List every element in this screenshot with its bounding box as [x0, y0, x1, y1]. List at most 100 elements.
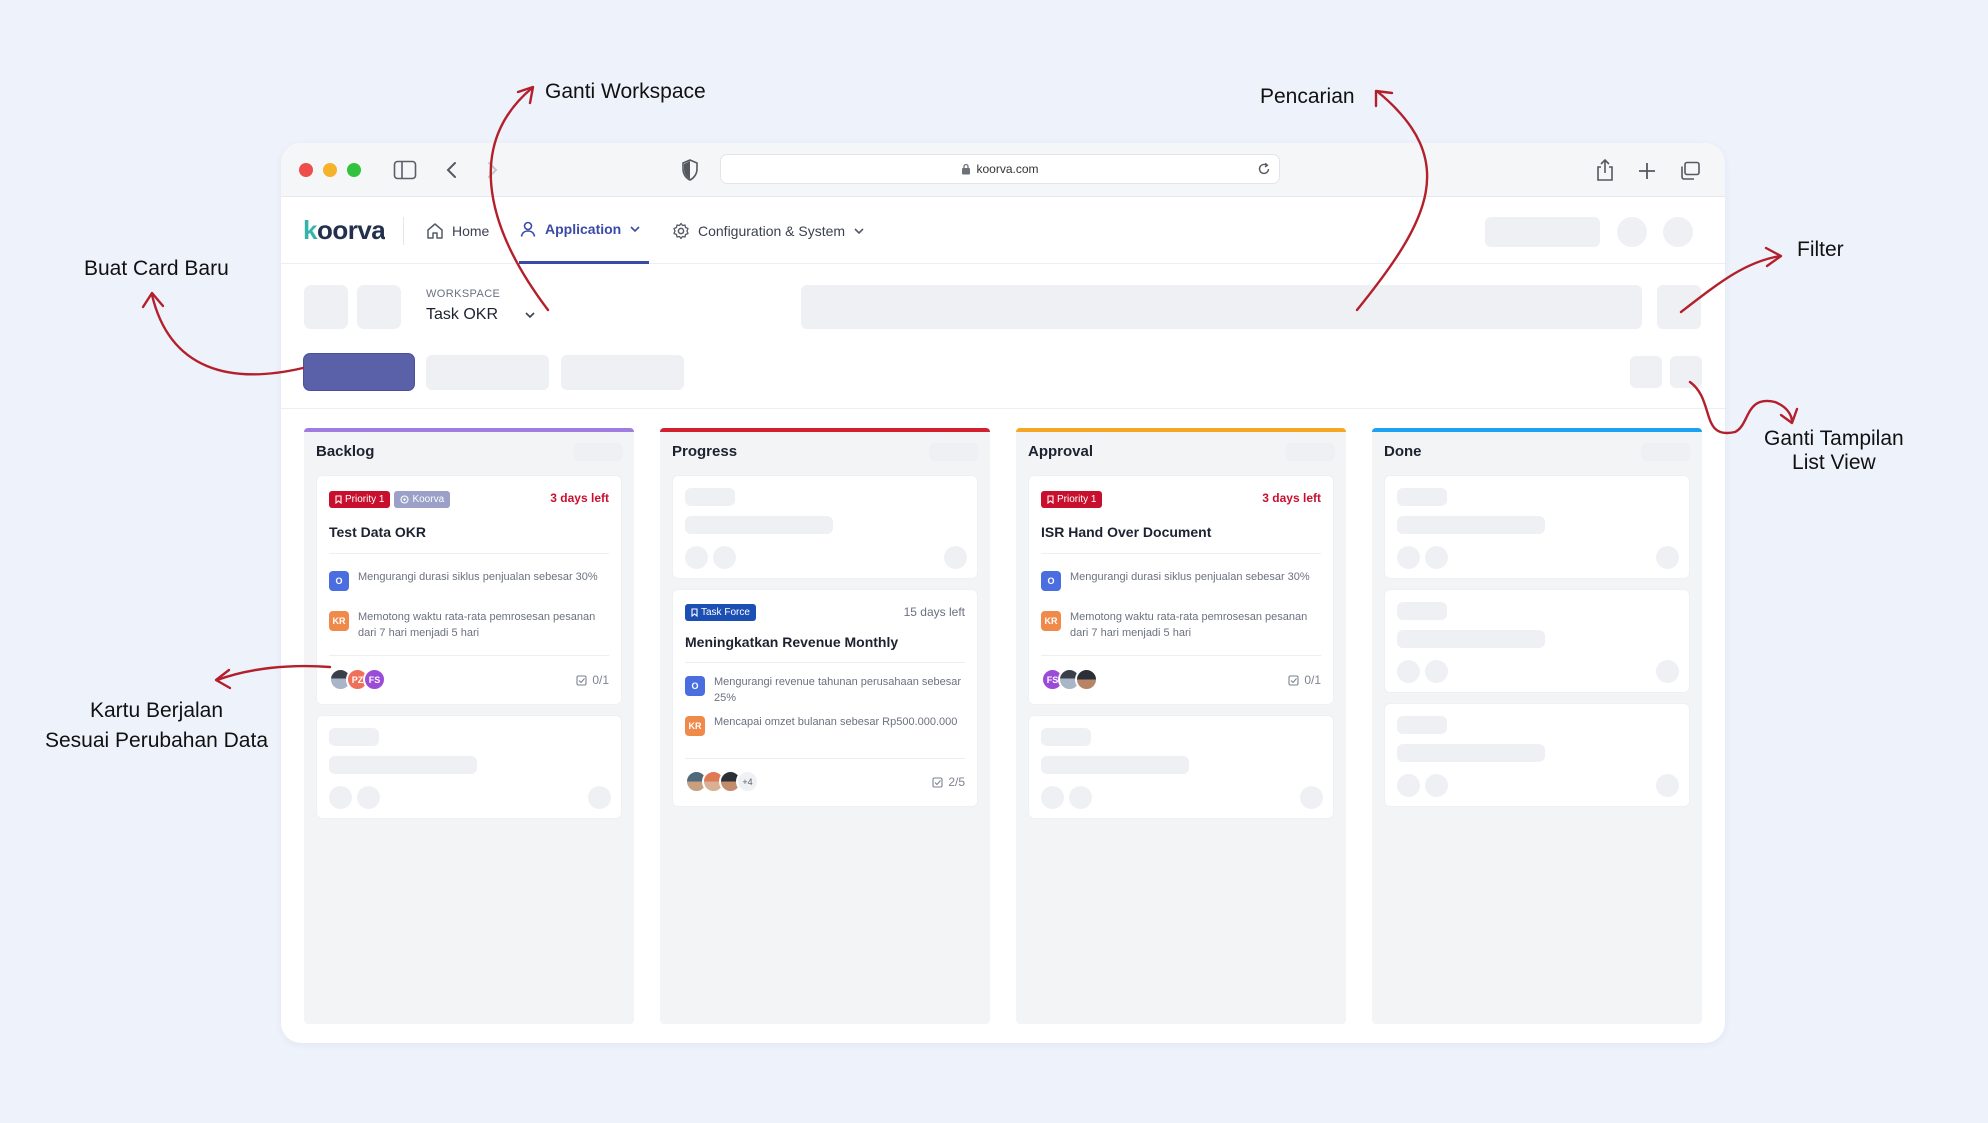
priority-tag: Priority 1 — [1041, 491, 1103, 508]
tabs-overview-icon[interactable] — [1679, 161, 1701, 181]
checklist-progress: 0/1 — [1288, 673, 1321, 687]
column-done: Done — [1372, 428, 1702, 1024]
search-input[interactable] — [801, 285, 1642, 329]
toolbar-action-placeholder-2[interactable] — [561, 355, 684, 390]
placeholder-circle — [1656, 660, 1679, 683]
card-title: Test Data OKR — [329, 524, 426, 540]
placeholder-line — [1397, 630, 1545, 648]
nav-application[interactable]: Application — [519, 197, 650, 264]
placeholder-circle — [329, 786, 352, 809]
placeholder-circle — [1397, 774, 1420, 797]
placeholder-circle — [713, 546, 736, 569]
placeholder-line — [1397, 488, 1447, 506]
avatar[interactable] — [1075, 668, 1098, 691]
placeholder-circle — [1300, 786, 1323, 809]
minimize-window-button[interactable] — [323, 163, 337, 177]
new-tab-icon[interactable] — [1638, 162, 1656, 180]
placeholder-card[interactable] — [1028, 715, 1334, 819]
key-result-badge: KR — [1041, 611, 1061, 631]
key-result-text: Mencapai omzet bulanan sebesar Rp500.000… — [714, 716, 958, 728]
koorva-logo[interactable]: koorva — [303, 215, 386, 246]
close-window-button[interactable] — [299, 163, 313, 177]
objective-row: O Mengurangi durasi siklus penjualan seb… — [1041, 569, 1321, 591]
column-color-bar — [304, 428, 634, 432]
task-card[interactable]: Task Force 15 days left Meningkatkan Rev… — [672, 589, 978, 807]
objective-row: O Mengurangi durasi siklus penjualan seb… — [329, 569, 609, 591]
placeholder-circle — [1425, 660, 1448, 683]
placeholder-card[interactable] — [316, 715, 622, 819]
objective-badge: O — [329, 571, 349, 591]
placeholder-card[interactable] — [1384, 475, 1690, 579]
checklist-progress: 2/5 — [932, 775, 965, 789]
maximize-window-button[interactable] — [347, 163, 361, 177]
column-title: Backlog — [316, 443, 375, 460]
filter-button[interactable] — [1657, 285, 1701, 329]
assignee-avatars: FS — [1041, 668, 1098, 691]
column-title: Done — [1384, 443, 1422, 460]
logo-text: koorva — [303, 215, 386, 245]
sidebar-toggle-icon[interactable] — [393, 160, 417, 180]
create-card-button[interactable] — [304, 354, 414, 390]
back-icon[interactable] — [445, 160, 459, 180]
annotation-filter: Filter — [1797, 238, 1844, 261]
assignee-avatars: PZ FS — [329, 668, 386, 691]
gear-icon — [673, 222, 689, 239]
column-count-placeholder — [573, 443, 623, 461]
bookmark-icon — [335, 495, 342, 504]
assignee-avatars: +4 — [685, 770, 759, 793]
nav-home[interactable]: Home — [426, 197, 489, 264]
checklist-count: 0/1 — [1304, 673, 1321, 687]
nav-application-label: Application — [545, 221, 622, 237]
task-force-tag: Task Force — [685, 604, 756, 621]
task-force-tag-label: Task Force — [701, 607, 750, 618]
priority-tag-label: Priority 1 — [345, 494, 385, 505]
column-progress: Progress Task Force 15 days left Meningk… — [660, 428, 990, 1024]
key-result-text: Memotong waktu rata-rata pemrosesan pesa… — [358, 611, 596, 639]
placeholder-line — [1397, 602, 1447, 620]
checklist-count: 2/5 — [948, 775, 965, 789]
column-backlog: Backlog Priority 1 Koorva 3 days left Te… — [304, 428, 634, 1024]
placeholder-line — [1397, 516, 1545, 534]
toolbar-divider — [281, 408, 1725, 409]
task-card[interactable]: Priority 1 Koorva 3 days left Test Data … — [316, 475, 622, 705]
toolbar-icon-button-1[interactable] — [304, 285, 348, 329]
key-result-badge: KR — [685, 716, 705, 736]
objective-text: Mengurangi revenue tahunan perusahaan se… — [714, 676, 962, 704]
placeholder-line — [1397, 716, 1447, 734]
card-deadline: 15 days left — [903, 605, 965, 619]
list-view-button[interactable] — [1670, 356, 1702, 388]
nav-home-label: Home — [452, 222, 490, 239]
placeholder-card[interactable] — [1384, 589, 1690, 693]
toolbar-action-placeholder-1[interactable] — [426, 355, 549, 390]
nav-configuration[interactable]: Configuration & System — [672, 197, 865, 264]
address-bar[interactable]: koorva.com — [720, 154, 1280, 184]
card-deadline: 3 days left — [1262, 491, 1321, 505]
placeholder-card[interactable] — [672, 475, 978, 579]
share-icon[interactable] — [1595, 158, 1615, 182]
card-divider — [329, 655, 609, 656]
column-approval: Approval Priority 1 3 days left ISR Hand… — [1016, 428, 1346, 1024]
lock-icon — [962, 163, 971, 175]
placeholder-line — [329, 756, 477, 774]
avatar[interactable]: FS — [363, 668, 386, 691]
shield-icon[interactable] — [681, 159, 699, 181]
card-tags: Task Force — [685, 604, 756, 622]
annotation-ganti-tampilan: Ganti Tampilan List View — [1764, 424, 1904, 478]
placeholder-card[interactable] — [1384, 703, 1690, 807]
key-result-text: Memotong waktu rata-rata pemrosesan pesa… — [1070, 611, 1308, 639]
annotation-kartu-line2: Sesuai Perubahan Data — [45, 729, 268, 752]
board-view-button[interactable] — [1630, 356, 1662, 388]
annotation-buat-card-baru: Buat Card Baru — [84, 257, 229, 280]
forward-icon[interactable] — [485, 160, 499, 180]
placeholder-circle — [1069, 786, 1092, 809]
workspace-switcher[interactable]: WORKSPACE Task OKR — [426, 285, 551, 335]
column-title: Approval — [1028, 443, 1094, 460]
reload-icon[interactable] — [1257, 162, 1271, 176]
card-tags: Priority 1 Koorva — [329, 491, 451, 508]
more-assignees-badge[interactable]: +4 — [736, 770, 759, 793]
task-card[interactable]: Priority 1 3 days left ISR Hand Over Doc… — [1028, 475, 1334, 705]
workspace-name: Task OKR — [426, 306, 499, 323]
bookmark-icon — [1047, 495, 1054, 504]
card-deadline: 3 days left — [550, 491, 609, 505]
toolbar-icon-button-2[interactable] — [357, 285, 401, 329]
